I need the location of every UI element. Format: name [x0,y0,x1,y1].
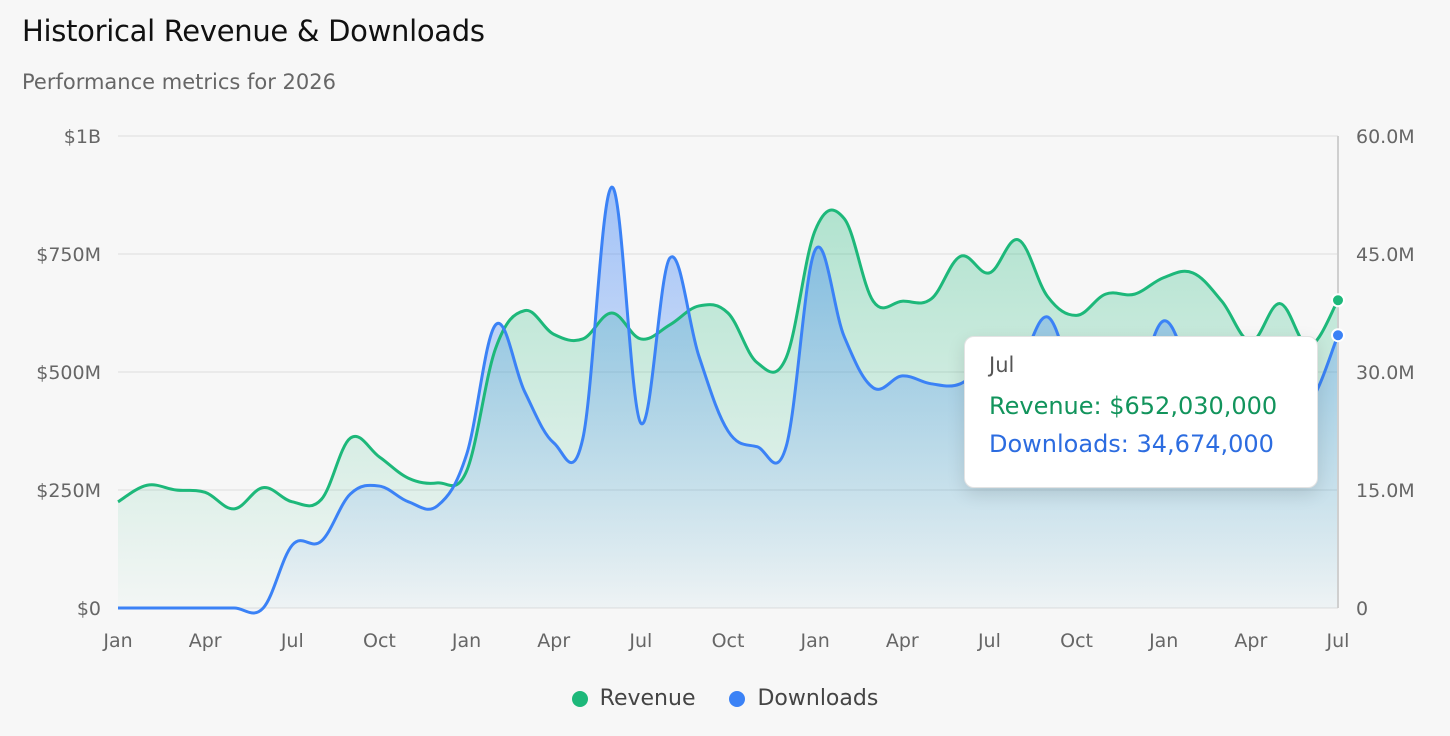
x-tick-label: Apr [189,630,222,652]
y-right-tick-label: 30.0M [1356,362,1415,384]
revenue-legend-dot-icon [571,690,588,707]
x-tick-label: Jan [102,630,132,652]
chart-legend: Revenue Downloads [0,686,1450,711]
y-right-tick-label: 60.0M [1356,126,1415,148]
x-tick-label: Apr [1234,630,1267,652]
x-tick-label: Apr [886,630,919,652]
x-tick-label: Oct [712,630,745,652]
y-right-tick-label: 0 [1356,598,1368,620]
y-right-tick-label: 45.0M [1356,244,1415,266]
x-tick-label: Oct [1060,630,1093,652]
x-tick-label: Apr [537,630,570,652]
x-tick-label: Jul [1326,630,1350,652]
y-left-tick-label: $0 [77,598,101,620]
tooltip-month: Jul [989,353,1015,377]
x-tick-label: Oct [363,630,396,652]
x-tick-label: Jan [799,630,829,652]
x-tick-label: Jul [280,630,304,652]
y-left-tick-label: $750M [36,244,101,266]
chart-tooltip: Jul Revenue: $652,030,000 Downloads: 34,… [964,336,1318,488]
x-tick-label: Jul [628,630,652,652]
legend-item-downloads[interactable]: Downloads [729,686,878,711]
x-tick-label: Jan [1148,630,1178,652]
legend-label-downloads: Downloads [757,686,879,711]
y-right-tick-label: 15.0M [1356,480,1415,502]
y-left-tick-label: $250M [36,480,101,502]
x-tick-label: Jul [977,630,1001,652]
tooltip-revenue: Revenue: $652,030,000 [989,392,1278,420]
tooltip-downloads: Downloads: 34,674,000 [989,430,1274,458]
downloads-hover-point[interactable] [1331,328,1345,343]
legend-label-revenue: Revenue [599,686,696,711]
legend-item-revenue[interactable]: Revenue [571,686,696,711]
downloads-legend-dot-icon [729,690,746,707]
y-left-tick-label: $1B [64,126,101,148]
y-left-tick-label: $500M [36,362,101,384]
x-tick-label: Jan [451,630,481,652]
revenue-hover-point[interactable] [1331,293,1345,308]
